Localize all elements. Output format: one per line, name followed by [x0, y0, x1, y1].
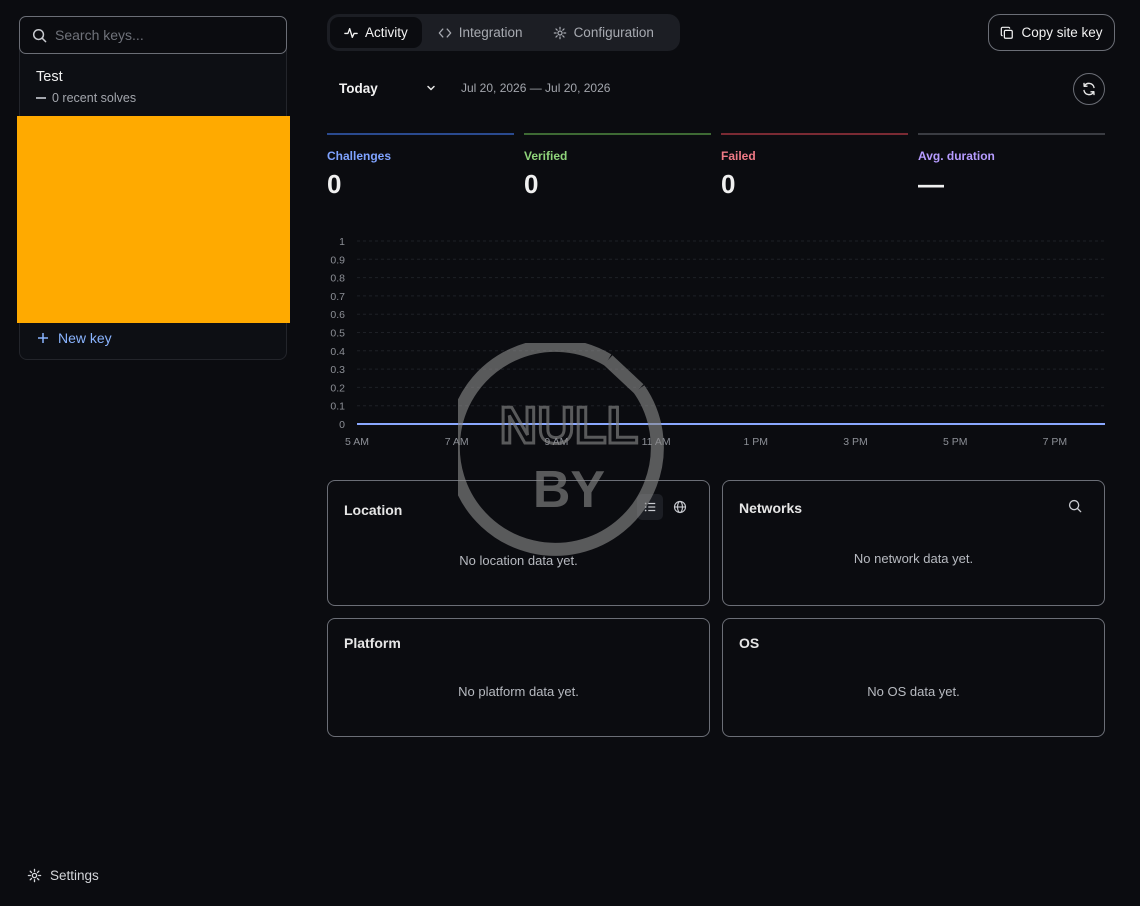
y-tick-label: 0.8: [330, 273, 345, 285]
gear-icon: [27, 868, 42, 883]
platform-card: Platform No platform data yet.: [327, 618, 710, 737]
search-icon: [1068, 499, 1082, 513]
period-value: Today: [339, 80, 378, 96]
key-recent-solves: 0 recent solves: [36, 91, 270, 105]
search-icon: [32, 28, 47, 42]
y-tick-label: 1: [339, 236, 345, 248]
copy-icon: [1001, 26, 1014, 39]
dash-icon: [36, 97, 46, 99]
y-tick-label: 0.9: [330, 254, 345, 266]
networks-tools: [1062, 493, 1088, 519]
list-view-button[interactable]: [637, 494, 663, 520]
copy-site-key-label: Copy site key: [1021, 25, 1103, 40]
x-tick-label: 5 PM: [943, 436, 968, 448]
stat-value: 0: [327, 169, 342, 199]
stat-accent-bar: [918, 133, 1105, 135]
y-tick-label: 0.4: [330, 346, 345, 358]
stat-avg-duration: Avg. duration —: [918, 133, 1105, 203]
x-tick-label: 3 PM: [843, 436, 868, 448]
activity-chart: 0 0.1 0.2 0.3 0.4 0.5 0.6 0.7 0.8 0.9 1 5 AM 7 AM 9 A…: [330, 236, 1105, 448]
x-tick-label: 9 AM: [544, 436, 568, 448]
gear-icon: [553, 26, 566, 39]
tab-integration[interactable]: Integration: [424, 17, 537, 48]
stat-failed: Failed 0: [721, 133, 908, 203]
tab-label: Configuration: [573, 25, 654, 40]
stat-label: Challenges: [327, 149, 392, 163]
stat-verified: Verified 0: [524, 133, 711, 203]
plus-icon: [38, 333, 48, 343]
period-select[interactable]: Today: [327, 72, 447, 104]
card-title: Networks: [739, 500, 803, 516]
tab-configuration[interactable]: Configuration: [539, 17, 668, 48]
card-title: Location: [344, 502, 403, 518]
new-key-label: New key: [58, 330, 112, 346]
y-tick-label: 0.2: [330, 382, 345, 394]
settings-button[interactable]: Settings: [27, 868, 99, 883]
key-list-item[interactable]: Test 0 recent solves: [20, 57, 286, 117]
stat-challenges: Challenges 0: [327, 133, 514, 203]
settings-label: Settings: [50, 868, 99, 883]
stat-value: 0: [721, 169, 736, 199]
stat-value: —: [918, 169, 944, 199]
copy-site-key-button[interactable]: Copy site key: [988, 14, 1115, 51]
stat-label: Avg. duration: [918, 149, 995, 163]
map-view-button[interactable]: [667, 494, 693, 520]
code-icon: [438, 27, 452, 38]
y-tick-label: 0.6: [330, 309, 345, 321]
empty-message: No network data yet.: [853, 551, 974, 566]
os-card: OS No OS data yet.: [722, 618, 1105, 737]
y-tick-label: 0.1: [330, 401, 345, 413]
empty-message: No OS data yet.: [867, 684, 960, 699]
stat-accent-bar: [721, 133, 908, 135]
globe-icon: [673, 500, 687, 514]
card-title: OS: [739, 635, 760, 651]
stat-label: Failed: [721, 149, 756, 163]
y-tick-label: 0: [339, 419, 345, 431]
search-input[interactable]: [55, 27, 265, 43]
redacted-area: [17, 116, 290, 323]
x-tick-label: 5 AM: [345, 436, 369, 448]
tab-label: Activity: [365, 25, 408, 40]
y-tick-label: 0.5: [330, 328, 345, 340]
empty-message: No location data yet.: [459, 553, 578, 568]
date-range: Jul 20, 2026 — Jul 20, 2026: [461, 81, 611, 95]
activity-icon: [344, 27, 358, 38]
empty-message: No platform data yet.: [458, 684, 579, 699]
x-tick-label: 11 AM: [642, 436, 671, 448]
list-icon: [644, 502, 656, 512]
networks-card: Networks No network data yet.: [722, 480, 1105, 606]
refresh-icon: [1083, 82, 1095, 96]
network-search-button[interactable]: [1062, 493, 1088, 519]
card-title: Platform: [344, 635, 401, 651]
x-tick-label: 7 PM: [1043, 436, 1068, 448]
stat-value: 0: [524, 169, 539, 199]
location-card: Location No location data yet.: [327, 480, 710, 606]
y-tick-label: 0.7: [330, 291, 345, 303]
new-key-button[interactable]: New key: [36, 330, 112, 346]
view-tabs: Activity Integration Configuration: [327, 14, 680, 51]
y-tick-label: 0.3: [330, 364, 345, 376]
stat-label: Verified: [524, 149, 568, 163]
chevron-down-icon: [427, 85, 435, 91]
location-view-toggle: [637, 494, 693, 520]
x-tick-label: 7 AM: [445, 436, 469, 448]
tab-label: Integration: [458, 25, 523, 40]
stat-accent-bar: [524, 133, 711, 135]
search-box[interactable]: [19, 16, 287, 54]
key-subtitle: 0 recent solves: [52, 91, 137, 105]
x-tick-label: 1 PM: [744, 436, 769, 448]
stat-accent-bar: [327, 133, 514, 135]
key-name: Test: [36, 69, 63, 85]
refresh-button[interactable]: [1073, 73, 1105, 105]
tab-activity[interactable]: Activity: [330, 17, 422, 48]
